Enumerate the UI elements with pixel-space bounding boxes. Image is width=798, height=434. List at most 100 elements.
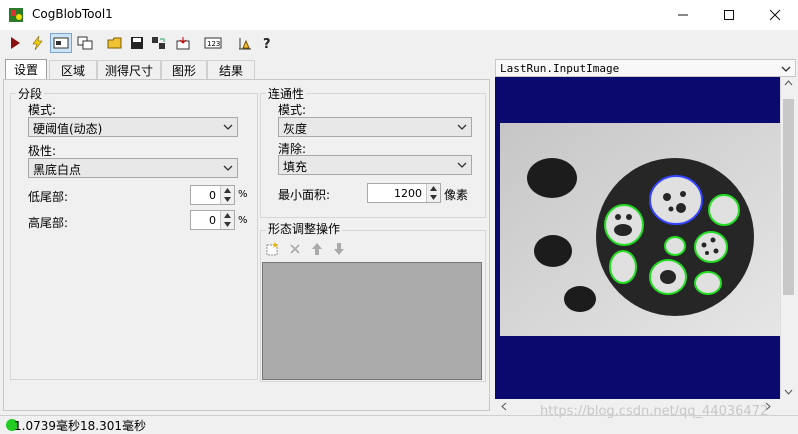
delete-icon — [290, 244, 300, 254]
open-button[interactable] — [104, 33, 126, 53]
scroll-left-icon — [501, 402, 507, 411]
image-view-title: LastRun.InputImage — [500, 62, 620, 75]
low-tail-stepper[interactable]: 0 — [190, 185, 235, 205]
decrement-button[interactable] — [221, 220, 234, 229]
cleanup-value: 填充 — [283, 160, 308, 174]
chevron-down-icon — [781, 66, 791, 72]
display-button[interactable] — [74, 33, 96, 53]
image-view-header[interactable]: LastRun.InputImage — [495, 59, 796, 77]
decrement-button[interactable] — [221, 195, 234, 204]
status-text: 1.0739毫秒18.301毫秒 — [14, 419, 146, 433]
mode-select-value: 硬阈值(动态) — [33, 122, 103, 136]
percent-sign: % — [238, 215, 248, 226]
segmentation-title: 分段 — [16, 85, 45, 102]
delete-operation-button[interactable] — [288, 242, 304, 258]
close-button[interactable] — [752, 0, 798, 30]
run-icon — [11, 37, 20, 49]
vertical-scrollbar[interactable] — [780, 77, 796, 399]
connectivity-title: 连通性 — [266, 85, 307, 102]
help-button[interactable]: ? — [256, 33, 278, 53]
arrow-up-icon — [224, 213, 231, 218]
numeric-icon: 123 — [204, 37, 222, 49]
arrow-up-icon — [312, 243, 322, 255]
add-operation-button[interactable] — [265, 242, 281, 258]
app-icon — [9, 8, 23, 22]
save-button[interactable] — [126, 33, 148, 53]
numeric-button[interactable]: 123 — [202, 33, 224, 53]
toolbar: 123 ? — [0, 30, 798, 56]
electric-button[interactable] — [26, 33, 48, 53]
percent-sign: % — [238, 189, 248, 200]
show-result-icon — [53, 37, 69, 49]
increment-button[interactable] — [427, 184, 440, 193]
maximize-button[interactable] — [706, 0, 752, 30]
low-tail-value: 0 — [209, 189, 216, 202]
arrow-down-icon — [334, 243, 344, 255]
graphics-button[interactable] — [234, 33, 256, 53]
electric-icon — [32, 35, 43, 51]
cleanup-select[interactable]: 填充 — [278, 155, 472, 175]
status-bar: 1.0739毫秒18.301毫秒 https://blog.csdn.net/q… — [0, 404, 798, 433]
mode-label: 模式: — [28, 103, 57, 117]
operations-list[interactable] — [262, 262, 482, 380]
stepper-buttons — [220, 186, 234, 204]
tab-measurements[interactable]: 测得尺寸 — [97, 60, 161, 79]
show-result-button[interactable] — [50, 33, 72, 53]
min-area-value: 1200 — [394, 187, 422, 200]
minimize-icon — [678, 14, 688, 16]
polarity-select[interactable]: 黑底白点 — [28, 158, 238, 178]
scroll-down-icon — [784, 389, 793, 395]
increment-button[interactable] — [221, 211, 234, 220]
image-display[interactable] — [495, 77, 780, 399]
tab-graphics[interactable]: 图形 — [161, 60, 207, 79]
polarity-label: 极性: — [28, 144, 57, 158]
arrow-up-icon — [224, 188, 231, 193]
conn-mode-select[interactable]: 灰度 — [278, 117, 472, 137]
blob-image — [500, 123, 780, 336]
arrow-up-icon — [430, 186, 437, 191]
morphology-title: 形态调整操作 — [266, 220, 343, 237]
high-tail-stepper[interactable]: 0 — [190, 210, 235, 230]
svg-text:123: 123 — [207, 40, 220, 48]
tab-region[interactable]: 区域 — [49, 60, 97, 79]
arrow-down-icon — [224, 197, 231, 202]
scroll-up-icon — [784, 80, 793, 86]
low-tail-label: 低尾部: — [28, 190, 69, 204]
help-icon: ? — [263, 37, 271, 51]
settings-panel: 分段 模式: 硬阈值(动态) 极性: 黑底白点 低尾部: 0 % 高尾部: 0 … — [3, 79, 490, 411]
move-up-button[interactable] — [310, 242, 326, 258]
decrement-button[interactable] — [427, 193, 440, 202]
chevron-down-icon — [223, 165, 233, 171]
min-area-label: 最小面积: — [278, 188, 331, 202]
chevron-down-icon — [223, 124, 233, 130]
maximize-icon — [724, 10, 734, 20]
run-button[interactable] — [4, 33, 26, 53]
conn-mode-value: 灰度 — [283, 122, 308, 136]
increment-button[interactable] — [221, 186, 234, 195]
reset-icon — [152, 37, 165, 49]
stepper-buttons — [426, 184, 440, 202]
mode-select[interactable]: 硬阈值(动态) — [28, 117, 238, 137]
load-image-icon — [176, 37, 190, 50]
high-tail-label: 高尾部: — [28, 216, 69, 230]
high-tail-value: 0 — [209, 214, 216, 227]
minimize-button[interactable] — [660, 0, 706, 30]
graphics-icon — [239, 38, 251, 50]
reset-button[interactable] — [148, 33, 170, 53]
save-icon — [131, 37, 143, 49]
window-title: CogBlobTool1 — [32, 7, 113, 21]
open-icon — [107, 37, 122, 49]
arrow-down-icon — [224, 222, 231, 227]
move-down-button[interactable] — [332, 242, 348, 258]
pixel-unit-label: 像素 — [444, 188, 469, 202]
min-area-stepper[interactable]: 1200 — [367, 183, 441, 203]
tab-results[interactable]: 结果 — [207, 60, 255, 79]
polarity-select-value: 黑底白点 — [33, 163, 82, 177]
tab-settings[interactable]: 设置 — [5, 59, 47, 80]
vertical-scroll-thumb[interactable] — [783, 99, 794, 295]
load-image-button[interactable] — [172, 33, 194, 53]
close-icon — [769, 9, 781, 21]
chevron-down-icon — [457, 124, 467, 130]
stepper-buttons — [220, 211, 234, 229]
svg-text:?: ? — [263, 37, 271, 51]
